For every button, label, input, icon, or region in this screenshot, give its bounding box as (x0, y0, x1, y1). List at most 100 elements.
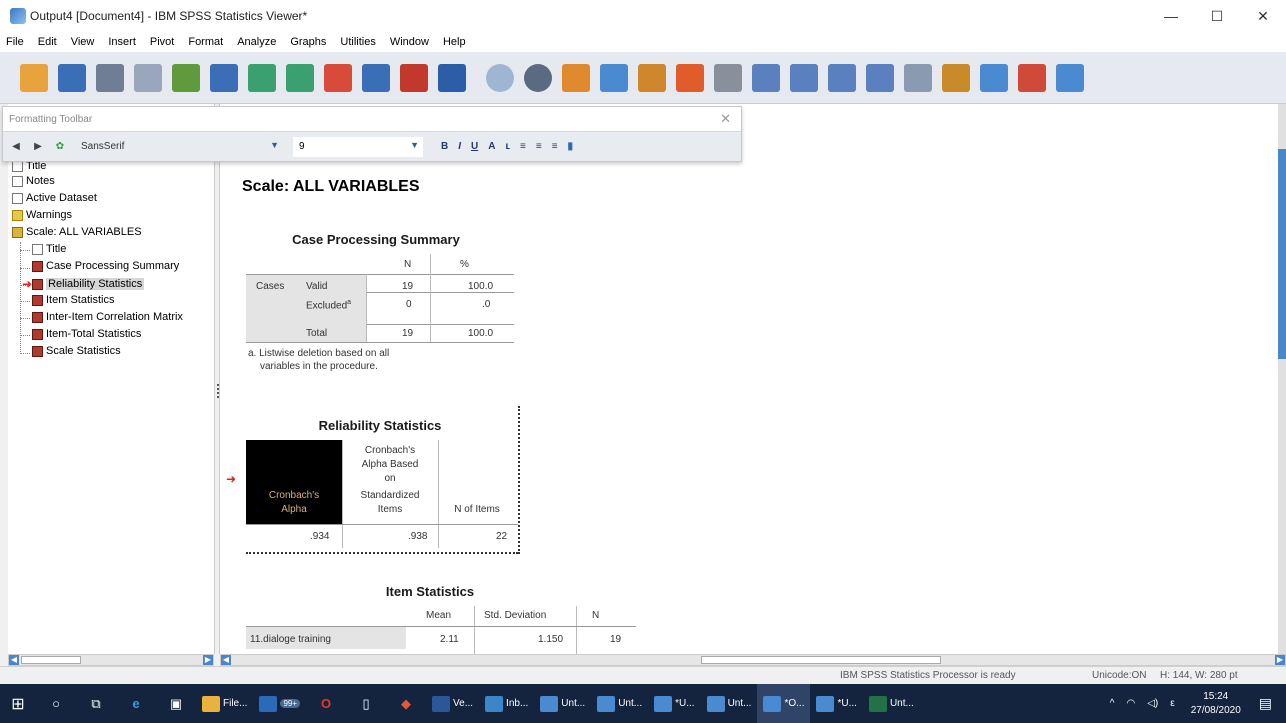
font-size-select[interactable]: 9 ▼ (293, 136, 423, 157)
maximize-button[interactable]: ☐ (1194, 0, 1240, 32)
align-right-icon[interactable]: ≡ (552, 141, 558, 152)
outline-item-scale-statistics[interactable]: Scale Statistics (32, 345, 121, 357)
show-icon[interactable] (904, 63, 932, 92)
align-center-icon[interactable]: ≡ (536, 141, 542, 152)
outline-item-inter-item[interactable]: Inter-Item Correlation Matrix (32, 311, 183, 323)
task-view-icon[interactable]: ⧉ (76, 684, 116, 723)
outline-item-notes[interactable]: Notes (12, 175, 55, 187)
outline-scroll-thumb[interactable] (21, 656, 81, 664)
formatting-toolbar-close-icon[interactable]: ✕ (720, 111, 731, 127)
taskbar-spss-5[interactable]: *U... (810, 684, 862, 723)
swap-icon[interactable]: ▶ (31, 140, 45, 154)
underline-button[interactable]: U (471, 141, 478, 152)
expand-icon[interactable] (828, 63, 856, 92)
insert-title-icon[interactable] (600, 63, 628, 92)
chevron-up-icon[interactable]: ^ (1110, 698, 1115, 709)
menu-view[interactable]: View (71, 36, 95, 48)
menu-window[interactable]: Window (390, 36, 429, 48)
designate-window-icon[interactable] (676, 63, 704, 92)
vertical-scrollbar[interactable] (1278, 104, 1286, 654)
bold-button[interactable]: B (441, 141, 448, 152)
taskbar-mail[interactable]: 99+ (253, 684, 306, 723)
vertical-scroll-thumb[interactable] (1278, 149, 1286, 359)
taskbar-spss-3[interactable]: *U... (648, 684, 700, 723)
language-indicator[interactable]: ε (1170, 698, 1174, 709)
redo-icon[interactable] (286, 63, 314, 92)
outline-item-item-statistics[interactable]: Item Statistics (32, 294, 114, 306)
search-icon[interactable]: ○ (36, 684, 76, 723)
dialog-recall-icon[interactable] (210, 63, 238, 92)
menu-graphs[interactable]: Graphs (290, 36, 326, 48)
print-preview-icon[interactable] (134, 63, 162, 92)
goto-data-icon[interactable] (324, 63, 352, 92)
insert-object-icon[interactable] (1018, 63, 1046, 92)
taskbar-spss-4[interactable]: Unt... (701, 684, 758, 723)
collapse-icon[interactable] (866, 63, 894, 92)
taskbar-spss-2[interactable]: Unt... (591, 684, 648, 723)
minimize-button[interactable]: — (1148, 0, 1194, 32)
scroll-right-icon[interactable]: ▶ (203, 655, 213, 665)
style-icon[interactable]: ✿ (53, 140, 67, 154)
chart-icon[interactable]: ▮ (568, 141, 574, 152)
table-icon[interactable] (438, 63, 466, 92)
back-arrow-icon[interactable] (752, 63, 780, 92)
content-scroll-thumb[interactable] (701, 656, 941, 664)
insert-heading-icon[interactable] (562, 63, 590, 92)
taskbar-excel[interactable]: Unt... (863, 684, 920, 723)
taskbar-inbox[interactable]: Inb... (479, 684, 534, 723)
variables-icon[interactable] (400, 63, 428, 92)
taskbar-word[interactable]: Ve... (426, 684, 479, 723)
font-family-select[interactable]: SansSerif ▼ (75, 136, 283, 157)
outline-item-scale[interactable]: Scale: ALL VARIABLES (12, 226, 142, 238)
menu-format[interactable]: Format (188, 36, 223, 48)
print-setup-icon[interactable] (1056, 63, 1084, 92)
taskbar-spss-1[interactable]: Unt... (534, 684, 591, 723)
menu-help[interactable]: Help (443, 36, 466, 48)
outline-item-case-processing[interactable]: Case Processing Summary (32, 260, 179, 272)
menu-analyze[interactable]: Analyze (237, 36, 276, 48)
notifications-icon[interactable]: ▤ (1259, 695, 1272, 712)
forward-arrow-icon[interactable] (790, 63, 818, 92)
text-color-button[interactable]: A (488, 141, 495, 152)
open-icon[interactable] (20, 63, 48, 92)
store-icon[interactable]: ▣ (156, 684, 196, 723)
subscript-icon[interactable]: ʟ (505, 141, 510, 152)
outline-item-warnings[interactable]: Warnings (12, 209, 72, 221)
undo-icon[interactable] (248, 63, 276, 92)
goto-case-icon[interactable] (362, 63, 390, 92)
print-icon[interactable] (96, 63, 124, 92)
outline-item-scale-title[interactable]: Title (32, 243, 66, 255)
pivot-trays-icon[interactable]: ◀ (9, 140, 23, 154)
align-left-icon[interactable]: ≡ (520, 141, 526, 152)
use-sets-icon[interactable] (524, 63, 552, 92)
menu-pivot[interactable]: Pivot (150, 36, 174, 48)
insert-text-icon[interactable] (638, 63, 666, 92)
select-icon[interactable] (486, 63, 514, 92)
taskbar-file-explorer[interactable]: File... (196, 684, 253, 723)
menu-insert[interactable]: Insert (108, 36, 136, 48)
insert-chart-icon[interactable] (980, 63, 1008, 92)
app-icon[interactable]: ◆ (386, 684, 426, 723)
outline-item-active-dataset[interactable]: Active Dataset (12, 192, 97, 204)
scroll-left-icon[interactable]: ◀ (221, 655, 231, 665)
outline-item-item-total[interactable]: Item-Total Statistics (32, 328, 141, 340)
taskbar-spss-active[interactable]: *O... (757, 684, 811, 723)
wifi-icon[interactable]: ◠ (1126, 698, 1135, 709)
italic-button[interactable]: I (458, 141, 461, 152)
export-icon[interactable] (172, 63, 200, 92)
edge-icon[interactable]: e (116, 684, 156, 723)
menu-utilities[interactable]: Utilities (340, 36, 375, 48)
clock[interactable]: 15:24 27/08/2020 (1191, 690, 1241, 718)
opera-icon[interactable]: O (306, 684, 346, 723)
outline-item-reliability[interactable]: ➜ Reliability Statistics (22, 277, 145, 291)
scroll-left-icon[interactable]: ◀ (9, 655, 19, 665)
windows-start-icon[interactable]: ⊞ (0, 684, 36, 723)
outline-horizontal-scrollbar[interactable]: ◀ ▶ (8, 654, 214, 666)
menu-edit[interactable]: Edit (38, 36, 57, 48)
volume-icon[interactable]: ◁) (1147, 698, 1158, 709)
close-button[interactable]: ✕ (1240, 0, 1286, 32)
document-icon[interactable]: ▯ (346, 684, 386, 723)
content-horizontal-scrollbar[interactable]: ◀ ▶ (220, 654, 1286, 666)
menu-file[interactable]: File (6, 36, 24, 48)
scroll-right-icon[interactable]: ▶ (1275, 655, 1285, 665)
